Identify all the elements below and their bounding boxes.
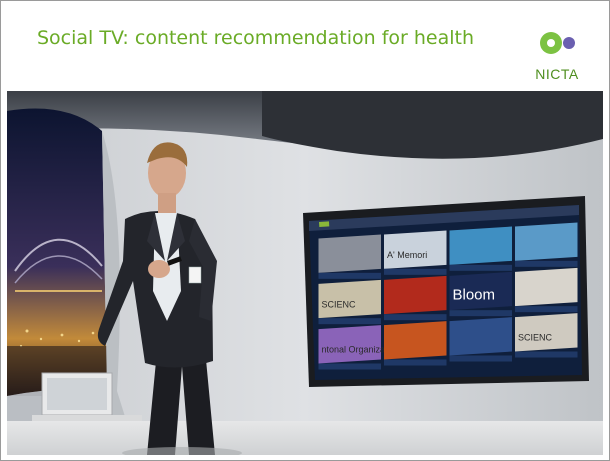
tv-tile-caption-bar xyxy=(449,264,512,271)
tv-tile xyxy=(318,234,381,273)
tv-tile xyxy=(449,226,512,265)
slide-title: Social TV: content recommendation for he… xyxy=(37,27,474,49)
tv-tile xyxy=(384,321,447,360)
photo-scene: A' Memori SCIENC Bloom ntonal Organiza SCIEN… xyxy=(7,91,603,455)
tv-tile-caption-bar xyxy=(515,351,578,358)
tv-tile-caption: SCIENC xyxy=(518,333,553,343)
tv-tile-caption: SCIENC xyxy=(322,299,357,309)
tv-tile-caption: ntonal Organiza xyxy=(322,345,386,355)
presenter-photo: A' Memori SCIENC Bloom ntonal Organiza SCIEN… xyxy=(7,91,603,455)
tv-tile-caption-bar xyxy=(384,359,447,366)
tv-tile-caption-bar xyxy=(515,260,578,267)
tv-tile-caption-bar xyxy=(318,272,381,279)
tv-tile xyxy=(515,222,578,261)
tv-tile-caption-bar xyxy=(318,318,381,325)
tv-tile-caption-bar xyxy=(515,306,578,313)
logo-dots-icon xyxy=(540,32,575,54)
tv-tile-caption-bar xyxy=(384,268,447,275)
tv-tile xyxy=(449,317,512,356)
tv-tile xyxy=(384,275,447,315)
nicta-logo: NICTA xyxy=(527,19,587,89)
tv-tile-caption-bar xyxy=(449,355,512,362)
logo-text: NICTA xyxy=(535,66,579,82)
tv-tile-caption: A' Memori xyxy=(387,250,427,260)
tv-tile-caption-bar xyxy=(318,363,381,370)
tv-tile-caption-bar xyxy=(384,314,447,321)
tv-tile-caption: Bloom xyxy=(453,286,496,303)
tv-tile-caption-bar xyxy=(449,310,512,317)
slide: Social TV: content recommendation for he… xyxy=(0,0,610,461)
tv-tile xyxy=(515,267,578,307)
